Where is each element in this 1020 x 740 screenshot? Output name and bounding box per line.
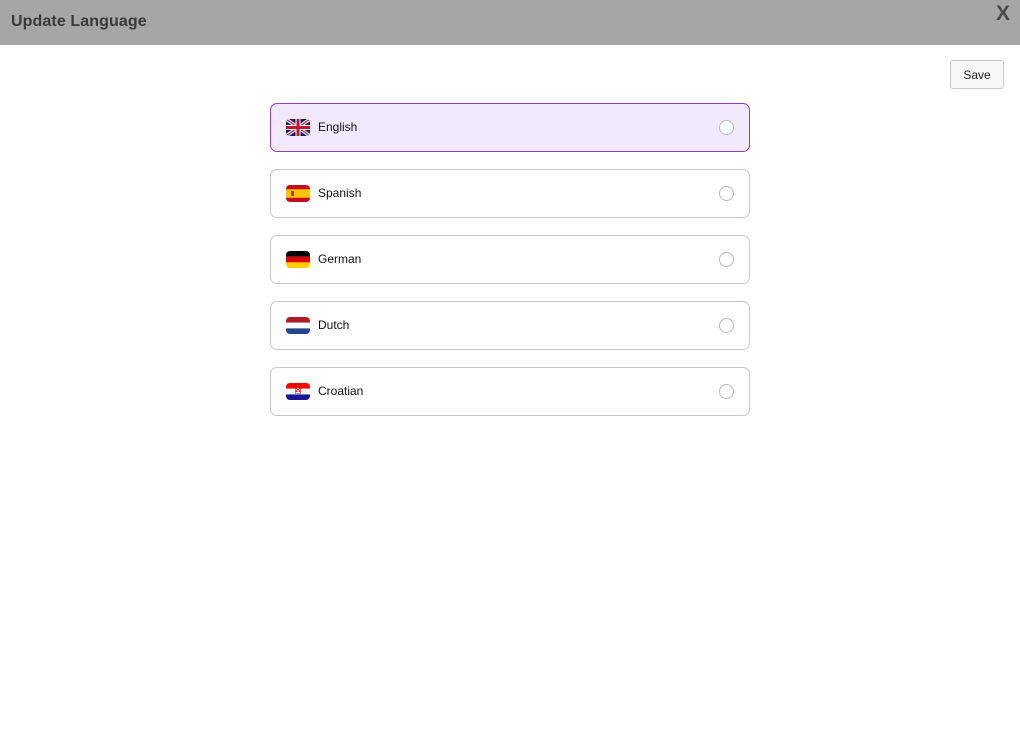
language-label: German (318, 252, 362, 266)
language-option-croatian[interactable]: Croatian (270, 367, 750, 416)
uk-flag-icon (286, 119, 310, 136)
language-label: Croatian (318, 384, 364, 398)
netherlands-flag-icon (286, 317, 310, 334)
language-radio[interactable] (719, 186, 734, 201)
language-radio[interactable] (719, 384, 734, 399)
language-option-spanish[interactable]: Spanish (270, 169, 750, 218)
language-radio[interactable] (719, 318, 734, 333)
dialog-header: Update Language X (0, 0, 1020, 45)
language-label: English (318, 120, 358, 134)
language-radio[interactable] (719, 252, 734, 267)
language-option-english[interactable]: English (270, 103, 750, 152)
spain-flag-icon (286, 185, 310, 202)
dialog-title: Update Language (11, 13, 147, 30)
germany-flag-icon (286, 251, 310, 268)
language-option-dutch[interactable]: Dutch (270, 301, 750, 350)
croatia-flag-icon (286, 383, 310, 400)
language-list: English Spanish German Dutch Croatian (270, 103, 750, 433)
language-option-german[interactable]: German (270, 235, 750, 284)
save-button[interactable]: Save (950, 60, 1004, 89)
close-button[interactable]: X (996, 2, 1010, 26)
language-label: Spanish (318, 186, 362, 200)
language-radio[interactable] (719, 120, 734, 135)
language-label: Dutch (318, 318, 350, 332)
